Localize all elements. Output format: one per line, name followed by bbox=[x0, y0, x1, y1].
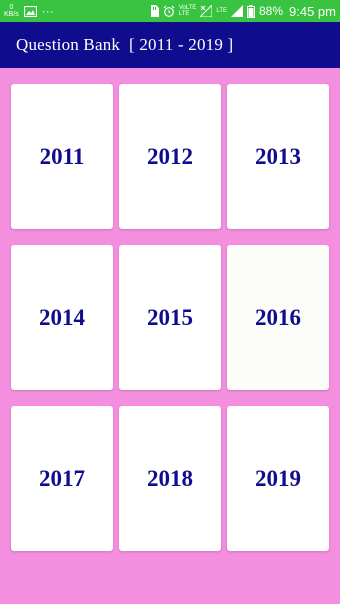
year-grid: 2011 2012 2013 2014 2015 2016 2017 2018 … bbox=[11, 84, 329, 551]
status-time: 9:45 pm bbox=[289, 3, 336, 19]
year-card-2014[interactable]: 2014 bbox=[11, 245, 113, 390]
year-label: 2014 bbox=[39, 304, 85, 330]
year-card-2019[interactable]: 2019 bbox=[227, 406, 329, 551]
lte-icon: LTE bbox=[216, 8, 227, 14]
year-label: 2016 bbox=[255, 304, 301, 330]
year-card-2018[interactable]: 2018 bbox=[119, 406, 221, 551]
status-bar-right: VoLTE LTE LTE 88% 9:45 pm bbox=[150, 4, 336, 19]
status-bar: 0 KB/s ··· VoLTE LTE LTE 88% 9:45 pm bbox=[0, 0, 340, 22]
year-card-2016[interactable]: 2016 bbox=[227, 245, 329, 390]
page-title: Question Bank [ 2011 - 2019 ] bbox=[16, 35, 234, 54]
alarm-icon bbox=[163, 5, 175, 17]
battery-percentage: 88% bbox=[258, 4, 284, 18]
year-label: 2011 bbox=[39, 143, 85, 169]
year-label: 2013 bbox=[255, 143, 301, 169]
signal-x-icon bbox=[200, 5, 213, 17]
network-speed-unit: KB/s bbox=[4, 11, 19, 18]
battery-icon bbox=[246, 4, 255, 18]
year-label: 2019 bbox=[255, 465, 301, 491]
network-speed-value: 0 bbox=[9, 4, 14, 11]
year-label: 2015 bbox=[147, 304, 193, 330]
volte-icon: VoLTE LTE bbox=[179, 5, 197, 17]
network-speed: 0 KB/s bbox=[4, 4, 19, 18]
year-card-2011[interactable]: 2011 bbox=[11, 84, 113, 229]
year-label: 2017 bbox=[39, 465, 85, 491]
image-icon bbox=[23, 5, 37, 17]
lte-sub-label: LTE bbox=[178, 11, 190, 17]
year-label: 2012 bbox=[147, 143, 193, 169]
year-card-2015[interactable]: 2015 bbox=[119, 245, 221, 390]
year-card-2012[interactable]: 2012 bbox=[119, 84, 221, 229]
year-card-2013[interactable]: 2013 bbox=[227, 84, 329, 229]
signal-icon bbox=[230, 5, 243, 17]
dots-icon: ··· bbox=[41, 4, 54, 18]
app-bar: Question Bank [ 2011 - 2019 ] bbox=[0, 22, 340, 68]
year-label: 2018 bbox=[147, 465, 193, 491]
status-bar-left: 0 KB/s ··· bbox=[4, 4, 54, 18]
lte-label: LTE bbox=[216, 8, 227, 14]
year-card-2017[interactable]: 2017 bbox=[11, 406, 113, 551]
sd-card-icon bbox=[150, 5, 159, 17]
